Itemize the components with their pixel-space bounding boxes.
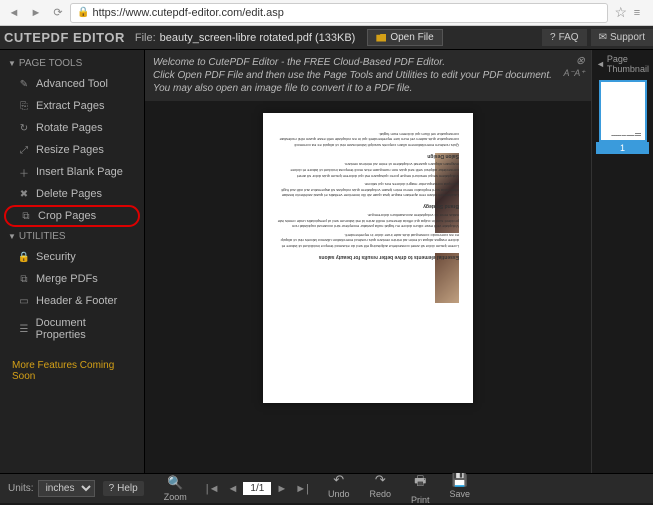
file-name: beauty_screen-libre rotated.pdf (133KB) [160, 32, 356, 44]
welcome-banner: Welcome to CutePDF Editor - the FREE Clo… [145, 50, 591, 101]
redo-icon: ↷ [375, 472, 386, 488]
crop-icon: ⧉ [20, 210, 32, 222]
browser-forward-button[interactable]: ► [26, 3, 46, 23]
print-button[interactable]: 🖶Print [405, 472, 436, 505]
save-button[interactable]: 💾Save [444, 472, 477, 505]
help-button[interactable]: ?Help [103, 481, 144, 496]
bottom-toolbar: Units: inches ?Help 🔍Zoom |◄ ◄ ► ►| ↶Und… [0, 473, 653, 503]
redo-button[interactable]: ↷Redo [364, 472, 398, 505]
page-number-input[interactable] [243, 482, 271, 495]
question-icon: ? [550, 32, 556, 43]
prev-page-button[interactable]: ◄ [224, 483, 241, 495]
text-size-icon[interactable]: A⁻A⁺ [563, 68, 585, 80]
help-icon: ? [109, 483, 115, 494]
thumbnail-page-number: 1 [596, 142, 649, 154]
undo-button[interactable]: ↶Undo [322, 472, 356, 505]
tool-icon: ✎ [18, 78, 30, 90]
units-control: Units: inches [8, 480, 95, 497]
units-label: Units: [8, 483, 34, 494]
zoom-icon: 🔍 [167, 475, 183, 491]
app-header: CUTEPDF EDITOR File: beauty_screen-libre… [0, 26, 653, 50]
thumbnail-panel: ◄Page Thumbnail ▬▬▬ ▬▬▬▬ ▬▬ ▬▬▬▬▬ ▬▬▬ 1 [591, 50, 653, 473]
page-navigation: |◄ ◄ ► ►| [203, 482, 312, 495]
last-page-button[interactable]: ►| [292, 483, 312, 495]
support-button[interactable]: ✉Support [591, 29, 653, 46]
resize-icon: ⤢ [18, 144, 30, 156]
header-footer-icon: ▭ [18, 295, 30, 307]
sidebar-item-crop-pages[interactable]: ⧉Crop Pages [4, 205, 140, 227]
lock-icon: 🔒 [18, 251, 30, 263]
caret-down-icon: ▼ [8, 232, 16, 241]
delete-icon: ✖ [18, 188, 30, 200]
app-brand: CUTEPDF EDITOR [4, 30, 125, 45]
browser-back-button[interactable]: ◄ [4, 3, 24, 23]
sidebar-item-document-properties[interactable]: ☰Document Properties [0, 312, 144, 346]
sidebar-item-rotate-pages[interactable]: ↻Rotate Pages [0, 117, 144, 139]
page-image [435, 253, 459, 303]
print-icon: 🖶 [414, 472, 426, 494]
pdf-page: Essential elements to drive better resul… [263, 113, 473, 403]
bookmark-star-icon[interactable]: ☆ [614, 4, 627, 21]
welcome-line1: Welcome to CutePDF Editor - the FREE Clo… [153, 56, 561, 69]
sidebar-item-merge-pdfs[interactable]: ⧉Merge PDFs [0, 268, 144, 290]
thumbnail-header[interactable]: ◄Page Thumbnail [596, 54, 649, 74]
browser-menu-button[interactable]: ≡ [627, 3, 647, 23]
url-bar[interactable]: 🔒 https://www.cutepdf-editor.com/edit.as… [70, 3, 608, 23]
lock-icon: 🔒 [77, 7, 89, 18]
sidebar-item-security[interactable]: 🔒Security [0, 246, 144, 268]
page-thumbnail[interactable]: ▬▬▬ ▬▬▬▬ ▬▬ ▬▬▬▬▬ ▬▬▬ [599, 80, 647, 142]
first-page-button[interactable]: |◄ [203, 483, 223, 495]
sidebar-item-advanced-tool[interactable]: ✎Advanced Tool [0, 73, 144, 95]
sidebar-item-header-footer[interactable]: ▭Header & Footer [0, 290, 144, 312]
sidebar: ▼PAGE TOOLS ✎Advanced Tool ⎘Extract Page… [0, 50, 145, 473]
file-label: File: [135, 32, 156, 44]
url-text: https://www.cutepdf-editor.com/edit.asp [92, 7, 283, 19]
support-icon: ✉ [599, 32, 607, 43]
faq-button[interactable]: ?FAQ [542, 29, 587, 46]
next-page-button[interactable]: ► [273, 483, 290, 495]
zoom-button[interactable]: 🔍Zoom [158, 475, 193, 502]
units-select[interactable]: inches [38, 480, 95, 497]
properties-icon: ☰ [18, 323, 30, 335]
insert-icon: ＋ [18, 166, 30, 178]
sidebar-item-extract-pages[interactable]: ⎘Extract Pages [0, 95, 144, 117]
caret-down-icon: ▼ [8, 59, 16, 68]
folder-icon [376, 34, 386, 42]
rotate-icon: ↻ [18, 122, 30, 134]
save-icon: 💾 [452, 472, 468, 488]
sidebar-item-delete-pages[interactable]: ✖Delete Pages [0, 183, 144, 205]
browser-chrome-bar: ◄ ► ⟳ 🔒 https://www.cutepdf-editor.com/e… [0, 0, 653, 26]
sidebar-item-resize-pages[interactable]: ⤢Resize Pages [0, 139, 144, 161]
welcome-line2: Click Open PDF File and then use the Pag… [153, 69, 561, 95]
utilities-header[interactable]: ▼UTILITIES [0, 227, 144, 246]
page-tools-header[interactable]: ▼PAGE TOOLS [0, 54, 144, 73]
undo-icon: ↶ [333, 472, 344, 488]
open-file-label: Open File [390, 32, 433, 43]
document-viewport[interactable]: Essential elements to drive better resul… [145, 101, 591, 473]
open-file-button[interactable]: Open File [367, 29, 442, 46]
browser-reload-button[interactable]: ⟳ [48, 3, 68, 23]
more-features-label: More Features Coming Soon [0, 346, 144, 396]
extract-icon: ⎘ [18, 100, 30, 112]
sidebar-item-insert-blank-page[interactable]: ＋Insert Blank Page [0, 161, 144, 183]
merge-icon: ⧉ [18, 273, 30, 285]
page-text-content: Essential elements to drive better resul… [277, 131, 459, 260]
close-welcome-icon[interactable]: ⊗ [576, 54, 585, 68]
chevron-left-icon: ◄ [596, 59, 605, 69]
